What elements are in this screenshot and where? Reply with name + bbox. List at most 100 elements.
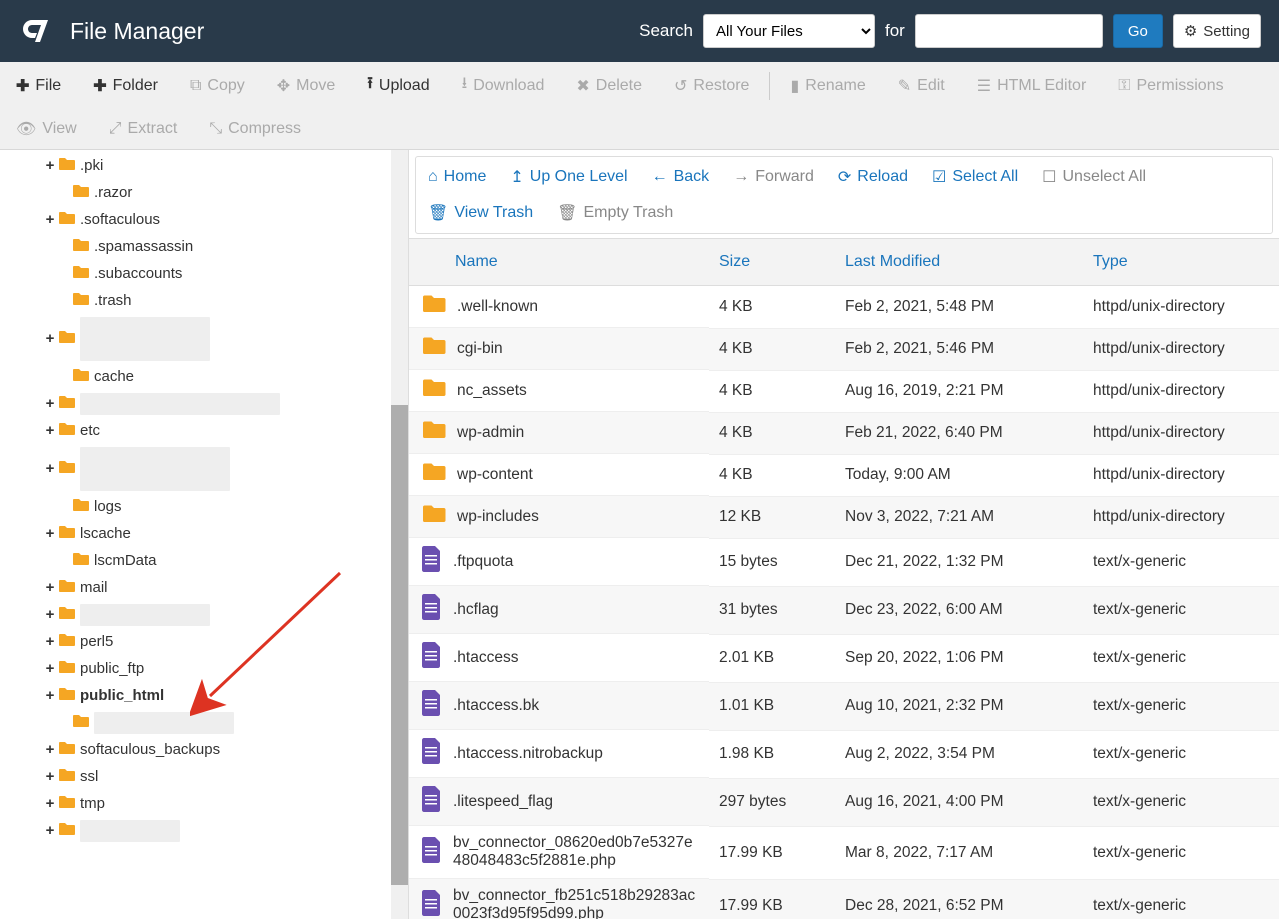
table-row[interactable]: bv_connector_fb251c518b29283ac0023f3d95f… <box>409 879 1279 919</box>
table-row[interactable]: wp-admin4 KBFeb 21, 2022, 6:40 PMhttpd/u… <box>409 412 1279 454</box>
tree-item[interactable]: +mail <box>0 574 408 601</box>
tree-item[interactable]: + <box>0 390 408 417</box>
table-row[interactable]: .well-known4 KBFeb 2, 2021, 5:48 PMhttpd… <box>409 286 1279 329</box>
table-row[interactable]: wp-content4 KBToday, 9:00 AMhttpd/unix-d… <box>409 454 1279 496</box>
delete-button[interactable]: ✖Delete <box>560 66 658 106</box>
select-all-button[interactable]: ☑Select All <box>932 167 1018 187</box>
tree-item[interactable]: .spamassassin <box>0 233 408 260</box>
table-row[interactable]: cgi-bin4 KBFeb 2, 2021, 5:46 PMhttpd/uni… <box>409 328 1279 370</box>
table-row[interactable]: bv_connector_08620ed0b7e5327e48048483c5f… <box>409 826 1279 879</box>
tree-item[interactable] <box>0 709 408 736</box>
table-row[interactable]: .ftpquota15 bytesDec 21, 2022, 1:32 PMte… <box>409 538 1279 586</box>
tree-item[interactable]: +.softaculous <box>0 206 408 233</box>
table-row[interactable]: .htaccess.nitrobackup1.98 KBAug 2, 2022,… <box>409 730 1279 778</box>
tree-item[interactable]: lscmData <box>0 547 408 574</box>
tree-toggle[interactable]: + <box>44 211 56 228</box>
column-name[interactable]: Name <box>409 239 709 286</box>
tree-item[interactable]: + public_html <box>0 682 408 709</box>
column-size[interactable]: Size <box>709 239 835 286</box>
file-name: .litespeed_flag <box>453 793 553 811</box>
delete-icon: ✖ <box>576 76 589 96</box>
reload-button[interactable]: ⟳Reload <box>838 167 908 187</box>
new-folder-button[interactable]: ✚Folder <box>77 66 174 106</box>
go-button[interactable]: Go <box>1113 14 1163 48</box>
extract-button[interactable]: ⤢Extract <box>93 110 194 148</box>
html-editor-button[interactable]: ☰HTML Editor <box>961 66 1103 106</box>
home-button[interactable]: ⌂Home <box>428 168 486 186</box>
search-scope-select[interactable]: All Your Files <box>703 14 875 48</box>
move-button[interactable]: ✥Move <box>261 66 352 106</box>
upload-button[interactable]: ⭱Upload <box>351 62 445 109</box>
tree-toggle[interactable]: + <box>44 460 56 477</box>
tree-toggle[interactable]: + <box>44 741 56 758</box>
file-table-wrap[interactable]: Name Size Last Modified Type .well-known… <box>409 238 1279 919</box>
tree-item[interactable]: + <box>0 444 408 493</box>
table-row[interactable]: .htaccess.bk1.01 KBAug 10, 2021, 2:32 PM… <box>409 682 1279 730</box>
tree-item[interactable]: +ssl <box>0 763 408 790</box>
tree-toggle[interactable]: + <box>44 525 56 542</box>
file-modified: Nov 3, 2022, 7:21 AM <box>835 496 1083 538</box>
download-button[interactable]: ⭳Download <box>446 62 561 109</box>
column-modified[interactable]: Last Modified <box>835 239 1083 286</box>
tree-item[interactable]: +perl5 <box>0 628 408 655</box>
table-row[interactable]: .hcflag31 bytesDec 23, 2022, 6:00 AMtext… <box>409 586 1279 634</box>
tree-toggle[interactable]: + <box>44 157 56 174</box>
empty-trash-button[interactable]: 🗑Empty Trash <box>557 203 673 223</box>
view-trash-button[interactable]: 🗑View Trash <box>428 203 533 223</box>
tree-item[interactable]: .subaccounts <box>0 260 408 287</box>
new-file-button[interactable]: ✚File <box>0 66 77 106</box>
permissions-button[interactable]: ⚿Permissions <box>1102 67 1239 105</box>
tree-item[interactable]: cache <box>0 363 408 390</box>
forward-button[interactable]: →Forward <box>733 168 814 186</box>
tree-toggle[interactable]: + <box>44 795 56 812</box>
tree-item[interactable]: + <box>0 314 408 363</box>
tree-toggle[interactable]: + <box>44 606 56 623</box>
tree-toggle[interactable]: + <box>44 822 56 839</box>
table-row[interactable]: .litespeed_flag297 bytesAug 16, 2021, 4:… <box>409 778 1279 826</box>
tree-label: .pki <box>80 157 103 174</box>
tree-toggle[interactable]: + <box>44 395 56 412</box>
tree-item[interactable]: +softaculous_backups <box>0 736 408 763</box>
tree-item[interactable]: logs <box>0 493 408 520</box>
tree-toggle[interactable]: + <box>44 330 56 347</box>
compress-button[interactable]: ⤡Compress <box>193 110 317 148</box>
file-icon <box>421 594 443 625</box>
tree-item[interactable]: + <box>0 601 408 628</box>
table-row[interactable]: .htaccess2.01 KBSep 20, 2022, 1:06 PMtex… <box>409 634 1279 682</box>
unselect-all-button[interactable]: ☐Unselect All <box>1042 167 1146 187</box>
table-row[interactable]: wp-includes12 KBNov 3, 2022, 7:21 AMhttp… <box>409 496 1279 538</box>
view-button[interactable]: 👁View <box>0 109 93 149</box>
restore-button[interactable]: ↺Restore <box>658 66 765 106</box>
move-icon: ✥ <box>277 76 290 96</box>
tree-item[interactable]: .trash <box>0 287 408 314</box>
tree-toggle[interactable]: + <box>44 768 56 785</box>
tree-toggle[interactable]: + <box>44 660 56 677</box>
tree-item[interactable]: .razor <box>0 179 408 206</box>
tree-item[interactable]: +etc <box>0 417 408 444</box>
edit-button[interactable]: ✎Edit <box>882 66 961 106</box>
table-row[interactable]: nc_assets4 KBAug 16, 2019, 2:21 PMhttpd/… <box>409 370 1279 412</box>
tree-label: public_html <box>80 687 164 704</box>
folder-icon <box>58 157 76 175</box>
folder-icon <box>58 211 76 229</box>
tree-toggle[interactable]: + <box>44 579 56 596</box>
column-type[interactable]: Type <box>1083 239 1279 286</box>
up-one-level-button[interactable]: ↥Up One Level <box>510 167 627 187</box>
back-button[interactable]: ←Back <box>652 168 710 186</box>
tree-toggle[interactable]: + <box>44 633 56 650</box>
search-input[interactable] <box>915 14 1103 48</box>
tree-item[interactable]: +lscache <box>0 520 408 547</box>
sidebar-scrollbar-thumb[interactable] <box>391 405 408 885</box>
copy-button[interactable]: ⧉Copy <box>174 67 261 105</box>
up-icon: ↥ <box>510 167 523 187</box>
tree-toggle[interactable]: + <box>44 687 56 704</box>
tree-toggle[interactable]: + <box>44 422 56 439</box>
file-modified: Dec 23, 2022, 6:00 AM <box>835 586 1083 634</box>
tree-item[interactable]: + <box>0 817 408 844</box>
rename-button[interactable]: ▮Rename <box>774 66 881 106</box>
sidebar-scrollbar[interactable] <box>391 150 408 919</box>
settings-button[interactable]: ⚙ Setting <box>1173 14 1261 48</box>
tree-item[interactable]: + .pki <box>0 152 408 179</box>
tree-item[interactable]: +tmp <box>0 790 408 817</box>
tree-item[interactable]: +public_ftp <box>0 655 408 682</box>
